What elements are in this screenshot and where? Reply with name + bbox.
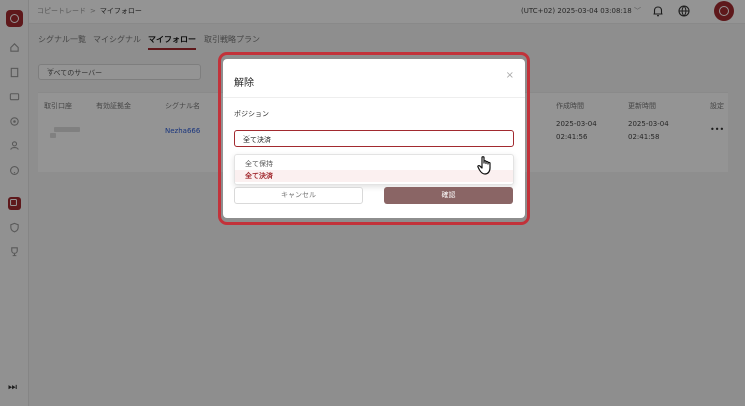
option-close-all[interactable]: 全て決済 — [235, 170, 513, 182]
confirm-button[interactable]: 確認 — [384, 187, 513, 204]
dialog-title: 解除 — [234, 78, 254, 89]
cancel-button[interactable]: キャンセル — [234, 187, 363, 204]
position-label: ポジション — [234, 110, 269, 118]
unfollow-dialog: 解除 × ポジション 全て決済 ﹀ 全て保持 全て決済 キャンセル 確認 — [223, 59, 525, 218]
chevron-down-icon: ﹀ — [243, 135, 250, 143]
position-dropdown: 全て保持 全て決済 — [234, 154, 514, 185]
divider — [223, 97, 525, 98]
option-keep-all[interactable]: 全て保持 — [235, 158, 513, 170]
position-select[interactable]: 全て決済 ﹀ — [234, 130, 514, 147]
close-icon[interactable]: × — [506, 70, 514, 81]
hand-cursor-icon — [476, 154, 494, 176]
